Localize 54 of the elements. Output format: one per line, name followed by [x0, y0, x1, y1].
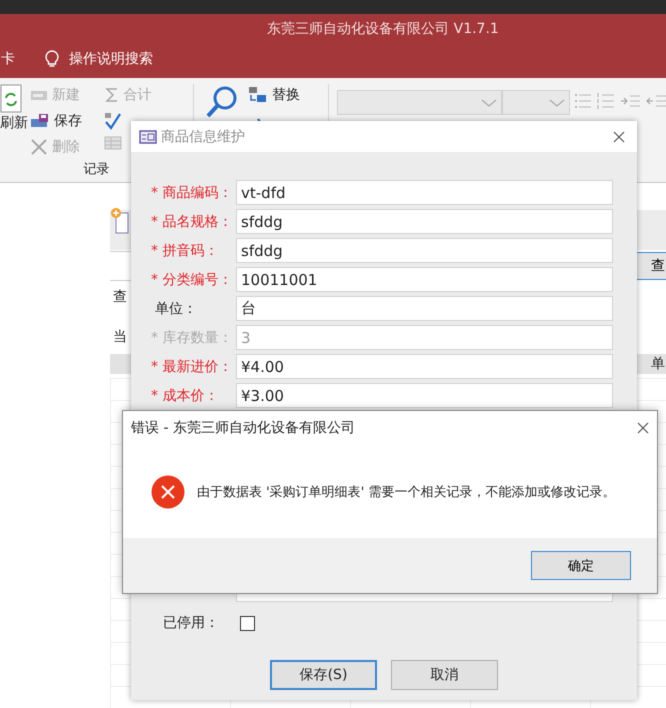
delete-icon — [30, 139, 48, 155]
table-icon — [104, 136, 122, 150]
field-label: * 成本价： — [151, 386, 220, 404]
input-field[interactable]: vt-dfd — [236, 180, 613, 205]
query-field[interactable] — [110, 251, 133, 281]
sigma-icon — [104, 87, 120, 103]
field-label: * 商品编码： — [151, 184, 234, 202]
ribbon-tab[interactable]: 卡 — [1, 50, 15, 68]
close-button[interactable] — [635, 420, 651, 436]
window-title: 东莞三师自动化设备有限公司 V1.7.1 — [267, 20, 499, 38]
dialog-button[interactable]: 取消 — [391, 660, 498, 690]
input-field[interactable]: sfddg — [236, 238, 613, 263]
ok-button[interactable]: 确定 — [531, 551, 631, 580]
field-label: * 拼音码： — [151, 242, 220, 260]
query-label: 查 — [113, 288, 127, 306]
dialog-button[interactable]: 保存(S) — [270, 660, 377, 690]
error-icon — [151, 474, 185, 508]
input-field[interactable]: 台 — [236, 296, 613, 321]
checkbox[interactable] — [240, 616, 255, 630]
replace-icon — [248, 86, 268, 104]
chevron-icon — [481, 98, 497, 108]
dialog-title: 错误 - 东莞三师自动化设备有限公司 — [131, 419, 356, 437]
checkbox-label: 已停用： — [162, 614, 220, 632]
tell-me-search[interactable]: 操作说明搜索 — [45, 50, 153, 68]
input-field[interactable]: ¥3.00 — [236, 383, 613, 408]
input-field[interactable]: ¥4.00 — [236, 354, 613, 379]
group-label: 记录 — [84, 161, 110, 178]
error-message: 由于数据表 '采购订单明细表' 需要一个相关记录，不能添加或修改记录。 — [197, 484, 616, 500]
lightbulb-icon — [45, 50, 59, 68]
input-field[interactable]: 10011001 — [236, 267, 613, 292]
size-combo[interactable] — [502, 90, 570, 115]
dialog-title: 商品信息维护 — [161, 128, 246, 146]
close-icon — [637, 422, 649, 434]
field-label: * 分类编号： — [151, 270, 234, 288]
field-label: * 最新进价： — [151, 358, 234, 376]
refresh-button[interactable]: 刷新 — [0, 84, 28, 158]
input-field[interactable]: sfddg — [236, 209, 613, 234]
numbered-list-icon[interactable] — [596, 90, 616, 112]
spell-check-icon — [104, 112, 122, 130]
ribbon-button[interactable]: 替换 — [248, 84, 320, 106]
new-record-icon — [30, 88, 48, 102]
current-label: 当 — [113, 328, 127, 346]
form-icon — [139, 130, 157, 144]
query-button[interactable]: 查 — [636, 252, 666, 280]
field-label: * 品名规格： — [151, 212, 234, 230]
field-label: * 库存数量： — [151, 328, 234, 346]
chevron-icon — [549, 98, 565, 108]
add-record-icon[interactable] — [110, 205, 130, 235]
save-icon — [30, 113, 50, 129]
font-combo[interactable] — [337, 90, 502, 115]
close-button[interactable] — [611, 128, 627, 144]
ribbon-button[interactable]: 保存 — [30, 110, 102, 132]
close-icon — [613, 130, 625, 142]
field-label: 单位： — [154, 300, 198, 318]
